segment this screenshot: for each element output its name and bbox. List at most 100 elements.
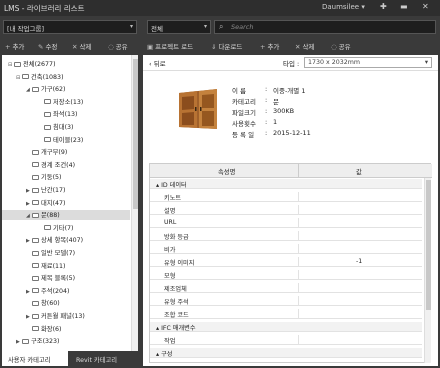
tree-item[interactable]: 제목 블록(5) — [2, 273, 130, 283]
tree-item-label: 커튼월 패널(13) — [41, 313, 85, 320]
property-row[interactable]: 유형 이미지 -1 — [150, 257, 422, 267]
tree-item[interactable]: ⊟ 전체(2677) — [2, 59, 130, 69]
type-select[interactable]: 1730 x 2032mm ▾ — [304, 57, 432, 68]
property-row[interactable]: 유형 주석 — [150, 296, 422, 306]
minimize-icon[interactable]: ▬ — [400, 2, 408, 11]
scope-select-value: 전체 — [151, 25, 163, 33]
delete-button[interactable]: ✕ 삭제 — [72, 41, 91, 51]
detail-colon: : — [265, 85, 268, 93]
tree-scrollbar-thumb[interactable] — [133, 59, 138, 209]
grid-scrollbar-thumb[interactable] — [426, 180, 431, 310]
scope-select[interactable]: 전체 ▾ — [147, 20, 211, 34]
tree-item[interactable]: ▶ 커튼월 패널(13) — [2, 311, 130, 321]
detail-nav: ‹ 뒤로 타입 : 1730 x 2032mm ▾ — [143, 55, 438, 71]
property-name-cell: 유형 이미지 — [164, 258, 194, 267]
grid-scrollbar[interactable] — [424, 178, 431, 363]
tree-item[interactable]: 재료(11) — [2, 261, 130, 271]
tree-item[interactable]: 테이블(23) — [2, 135, 130, 145]
tree-item-label: 침대(3) — [53, 124, 74, 131]
delete-library-button[interactable]: ✕ 삭제 — [295, 41, 314, 51]
column-divider — [298, 231, 299, 241]
tree-item[interactable]: ▶ 구조(323) — [2, 336, 130, 346]
tree-item-label: 일반 모델(7) — [41, 250, 76, 257]
back-button[interactable]: ‹ 뒤로 — [149, 58, 166, 68]
project-load-icon: ▣ — [147, 43, 154, 51]
property-name: 작업 — [164, 338, 176, 345]
property-name-cell: 모형 — [164, 271, 175, 280]
property-row[interactable]: 비가 — [150, 244, 422, 254]
property-name: 유형 주석 — [164, 299, 189, 306]
tree-item[interactable]: ◢ 문(88) — [2, 210, 130, 221]
tree-item[interactable]: ◢ 가구(62) — [2, 84, 130, 94]
tree-item[interactable]: 기타(7) — [2, 223, 130, 233]
edit-button-label: 수정 — [45, 43, 58, 51]
property-category-row[interactable]: ▴ ID 데이터 — [150, 179, 422, 189]
property-row[interactable]: URL — [150, 218, 422, 228]
property-row[interactable]: 제조업체 — [150, 283, 422, 293]
share-library-button[interactable]: ◌ 공유 — [331, 41, 351, 51]
tree-item-label: 구조(323) — [31, 338, 60, 346]
tree-item[interactable]: 일반 모델(7) — [2, 248, 130, 258]
back-label: 뒤로 — [153, 60, 166, 68]
tree-item[interactable]: ▶ 대지(47) — [2, 198, 130, 208]
close-icon[interactable]: ✕ — [422, 2, 429, 11]
tree-item-label: 대지(47) — [41, 199, 66, 207]
property-row[interactable]: 설명 — [150, 205, 422, 215]
tree-item-label: 좌석(13) — [53, 111, 78, 119]
tree-item[interactable]: 경계 조건(4) — [2, 160, 130, 170]
search-input[interactable]: ⌕ Search — [214, 20, 436, 34]
property-name: 조합 코드 — [164, 312, 189, 319]
detail-key: 사용횟수 — [232, 120, 256, 128]
tree-item-label: 난간(17) — [41, 187, 66, 194]
tree-item[interactable]: 침대(3) — [2, 122, 130, 132]
download-button[interactable]: ⇓ 다운로드 — [211, 41, 242, 51]
share-icon: ◌ — [331, 43, 337, 51]
folder-icon — [44, 137, 51, 143]
tree-item[interactable]: 창(60) — [2, 298, 130, 308]
pin-icon[interactable]: ✚ — [380, 2, 387, 11]
tree-item[interactable]: ⊟ 건축(1083) — [2, 72, 130, 82]
tree-item-label: 기둥(5) — [41, 174, 62, 182]
property-row[interactable]: 조합 코드 — [150, 309, 422, 319]
edit-button[interactable]: ✎ 수정 — [38, 41, 57, 51]
detail-value: 문 — [273, 98, 279, 106]
tree-item-label: 주석(204) — [41, 287, 70, 295]
type-select-value: 1730 x 2032mm — [308, 59, 361, 66]
tree-item-label: 테이블(23) — [53, 136, 84, 144]
type-label: 타입 : — [283, 60, 300, 68]
project-load-button[interactable]: ▣ 프로젝트 로드 — [147, 41, 193, 51]
tree-item-label: 화장(6) — [41, 325, 62, 333]
property-row[interactable]: 방화 등급 — [150, 231, 422, 241]
folder-icon — [32, 263, 39, 269]
door-thumbnail — [179, 89, 217, 129]
tree-item[interactable]: 좌석(13) — [2, 109, 130, 119]
add-library-button[interactable]: + 추가 — [260, 41, 279, 51]
workgroup-select[interactable]: [내 작업그룹] ▾ — [3, 20, 137, 34]
column-divider — [298, 218, 299, 228]
tab-user-category[interactable]: 사용자 카테고리 — [2, 351, 68, 366]
tree-item[interactable]: ▶ 상세 항목(407) — [2, 235, 130, 245]
tree-item[interactable]: ▶ 난간(17) — [2, 185, 130, 195]
property-row[interactable]: 키노트 — [150, 192, 422, 202]
tree-item[interactable]: 개구부(9) — [2, 147, 130, 157]
category-tabs: 사용자 카테고리 Revit 카테고리 — [2, 351, 138, 366]
property-name: URL — [164, 219, 177, 226]
tree-item-label: 개구부(9) — [41, 149, 68, 157]
tree-item[interactable]: 화장(6) — [2, 324, 130, 334]
tree-scrollbar[interactable] — [131, 55, 138, 351]
property-row[interactable]: 모형 — [150, 270, 422, 280]
property-category-row[interactable]: ▴ 구성 — [150, 348, 422, 358]
tab-revit-category[interactable]: Revit 카테고리 — [70, 351, 138, 366]
property-row[interactable]: 작업 — [150, 335, 422, 345]
tree-item[interactable]: ▶ 주석(204) — [2, 286, 130, 296]
chevron-down-icon: ▾ — [424, 59, 428, 66]
tree-item[interactable]: 기둥(5) — [2, 172, 130, 182]
property-category-row[interactable]: ▴ IFC 매개변수 — [150, 322, 422, 332]
user-name: Daumsilee — [322, 3, 360, 11]
property-grid-header: 속성명 값 — [150, 164, 432, 178]
user-menu[interactable]: Daumsilee ▾ — [322, 3, 365, 11]
property-name-cell: 제조업체 — [164, 284, 187, 293]
tree-item[interactable]: 저장소(13) — [2, 97, 130, 107]
add-button[interactable]: + 추가 — [5, 41, 24, 51]
share-button[interactable]: ◌ 공유 — [108, 41, 128, 51]
